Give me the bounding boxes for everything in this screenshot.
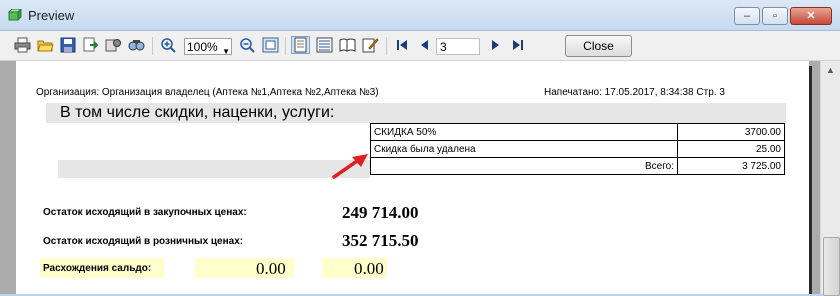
send-icon[interactable]	[105, 37, 122, 53]
table-row-total: Всего: 3 725.00	[370, 157, 785, 175]
title-bar: Preview – ▫ ✕	[0, 0, 840, 31]
save-icon[interactable]	[60, 37, 77, 53]
edit-icon[interactable]	[362, 37, 379, 53]
zoom-out-icon[interactable]	[239, 37, 256, 53]
discounts-table: СКИДКА 50% 3700.00 Скидка была удалена 2…	[370, 123, 785, 175]
book-icon[interactable]	[339, 37, 356, 53]
app-icon	[8, 9, 22, 21]
page-number-input[interactable]: 3	[436, 38, 480, 55]
purchase-balance-value: 249 714.00	[342, 203, 419, 222]
single-page-icon[interactable]	[291, 36, 310, 54]
open-folder-icon[interactable]	[37, 37, 54, 53]
total-value: 3 725.00	[677, 157, 785, 175]
last-page-icon[interactable]	[509, 37, 526, 53]
purchase-balance-label: Остаток исходящий в закупочных ценах:	[43, 207, 247, 218]
toolbar: 100% ▼ 3	[0, 31, 840, 61]
scroll-up-arrow-icon[interactable]: ▲	[821, 61, 840, 79]
scrollbar-thumb[interactable]	[823, 237, 840, 296]
chevron-down-icon: ▼	[222, 47, 230, 56]
find-icon[interactable]	[128, 37, 145, 53]
discount-name: Скидка была удалена	[370, 140, 678, 158]
printed-info: Напечатано: 17.05.2017, 8:34:38 Стр. 3	[544, 87, 725, 98]
red-arrow-annotation	[332, 154, 368, 179]
section-grey-bar	[58, 160, 370, 178]
retail-balance-label: Остаток исходящий в розничных ценах:	[43, 236, 244, 247]
zoom-value: 100%	[187, 40, 218, 54]
page-shadow	[809, 66, 812, 294]
retail-balance-value: 352 715.50	[342, 231, 419, 250]
balance-diff-value-1: 0.00	[256, 259, 286, 278]
minimize-button[interactable]: –	[734, 7, 760, 25]
zoom-select[interactable]: 100% ▼	[184, 38, 232, 56]
zoom-in-icon[interactable]	[160, 37, 177, 53]
table-row: СКИДКА 50% 3700.00	[370, 123, 785, 141]
next-page-icon[interactable]	[487, 37, 504, 53]
toolbar-separator	[386, 37, 387, 55]
balance-diff-value-2: 0.00	[354, 259, 384, 278]
discount-name: СКИДКА 50%	[370, 123, 678, 141]
balance-diff-label: Расхождения сальдо:	[43, 263, 152, 274]
table-row: Скидка была удалена 25.00	[370, 140, 785, 158]
toolbar-separator	[152, 37, 153, 55]
close-window-button[interactable]: ✕	[790, 7, 832, 25]
first-page-icon[interactable]	[394, 37, 411, 53]
prev-page-icon[interactable]	[416, 37, 433, 53]
section-heading: В том числе скидки, наценки, услуги:	[60, 104, 335, 121]
close-button[interactable]: Close	[565, 35, 632, 57]
export-icon[interactable]	[82, 37, 99, 53]
total-label: Всего:	[370, 157, 678, 175]
discount-value: 3700.00	[677, 123, 785, 141]
preview-window: Preview – ▫ ✕ 100% ▼ 3 Close Организация…	[0, 0, 840, 296]
window-title: Preview	[28, 8, 75, 23]
print-icon[interactable]	[14, 37, 31, 53]
maximize-button[interactable]: ▫	[762, 7, 788, 25]
discount-value: 25.00	[677, 140, 785, 158]
toolbar-separator	[285, 37, 286, 55]
organization-line: Организация: Организация владелец (Аптек…	[36, 87, 379, 98]
multi-page-icon[interactable]	[316, 37, 333, 53]
whole-page-icon[interactable]	[262, 37, 279, 53]
vertical-scrollbar[interactable]: ▲	[820, 61, 840, 296]
